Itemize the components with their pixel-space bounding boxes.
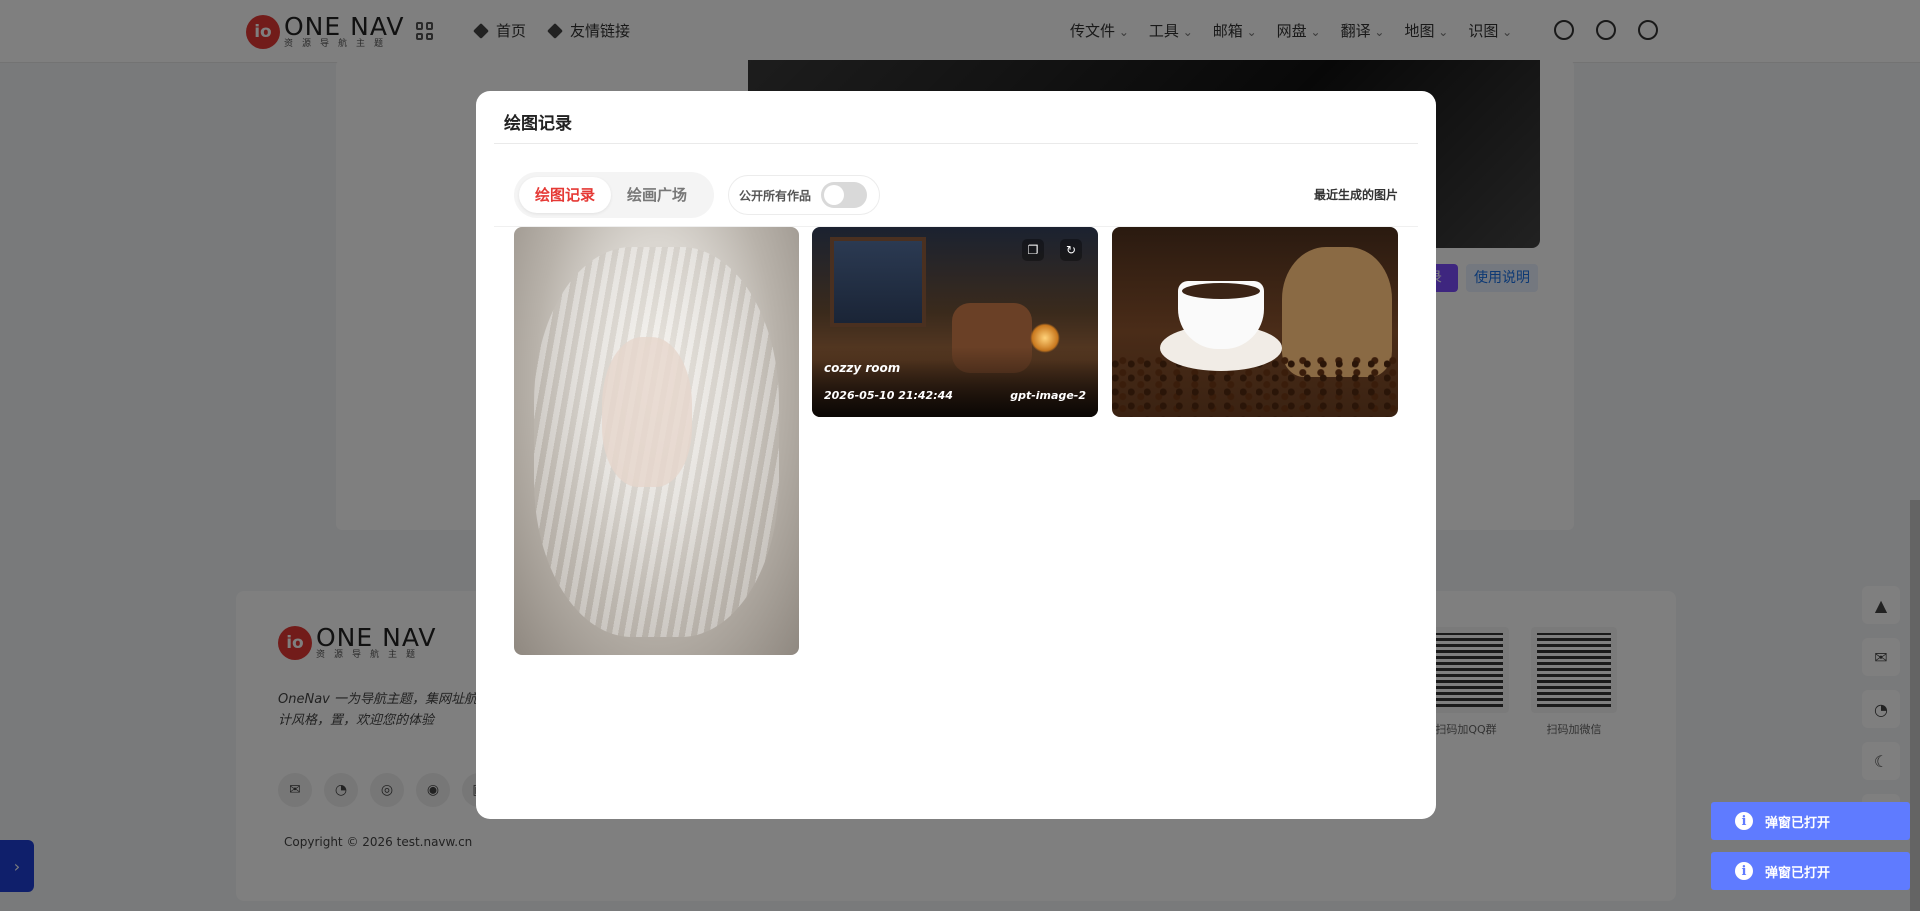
tab-drawing-plaza[interactable]: 绘画广场 (611, 177, 703, 213)
public-works-toggle[interactable]: 公开所有作品 (728, 175, 880, 215)
recent-images-label: 最近生成的图片 (1313, 188, 1398, 202)
tab-drawing-records[interactable]: 绘图记录 (519, 177, 612, 213)
image-model: gpt-image-2 (1010, 389, 1086, 402)
drawing-records-modal: 绘图记录 绘图记录 绘画广场 公开所有作品 最近生成的图片 ❐ ↻ cozzy … (476, 91, 1436, 819)
info-icon: i (1735, 862, 1753, 880)
modal-title: 绘图记录 (504, 114, 572, 134)
tab-group: 绘图记录 绘画广场 (514, 172, 714, 218)
image-card-coffee[interactable] (1112, 227, 1398, 417)
toast-notification[interactable]: i 弹窗已打开 (1711, 852, 1910, 890)
divider (494, 143, 1418, 144)
image-title: cozzy room (824, 361, 901, 375)
public-toggle-label: 公开所有作品 (739, 188, 812, 203)
toggle-switch[interactable] (821, 182, 868, 208)
toast-notification[interactable]: i 弹窗已打开 (1711, 802, 1910, 840)
image-card-elf[interactable] (514, 227, 799, 655)
copy-icon[interactable]: ❐ (1022, 239, 1044, 261)
info-icon: i (1735, 812, 1753, 830)
image-card-cozy-room[interactable]: ❐ ↻ cozzy room 2026-05-10 21:42:44 gpt-i… (812, 227, 1098, 417)
refresh-icon[interactable]: ↻ (1060, 239, 1082, 261)
image-timestamp: 2026-05-10 21:42:44 (824, 389, 953, 402)
